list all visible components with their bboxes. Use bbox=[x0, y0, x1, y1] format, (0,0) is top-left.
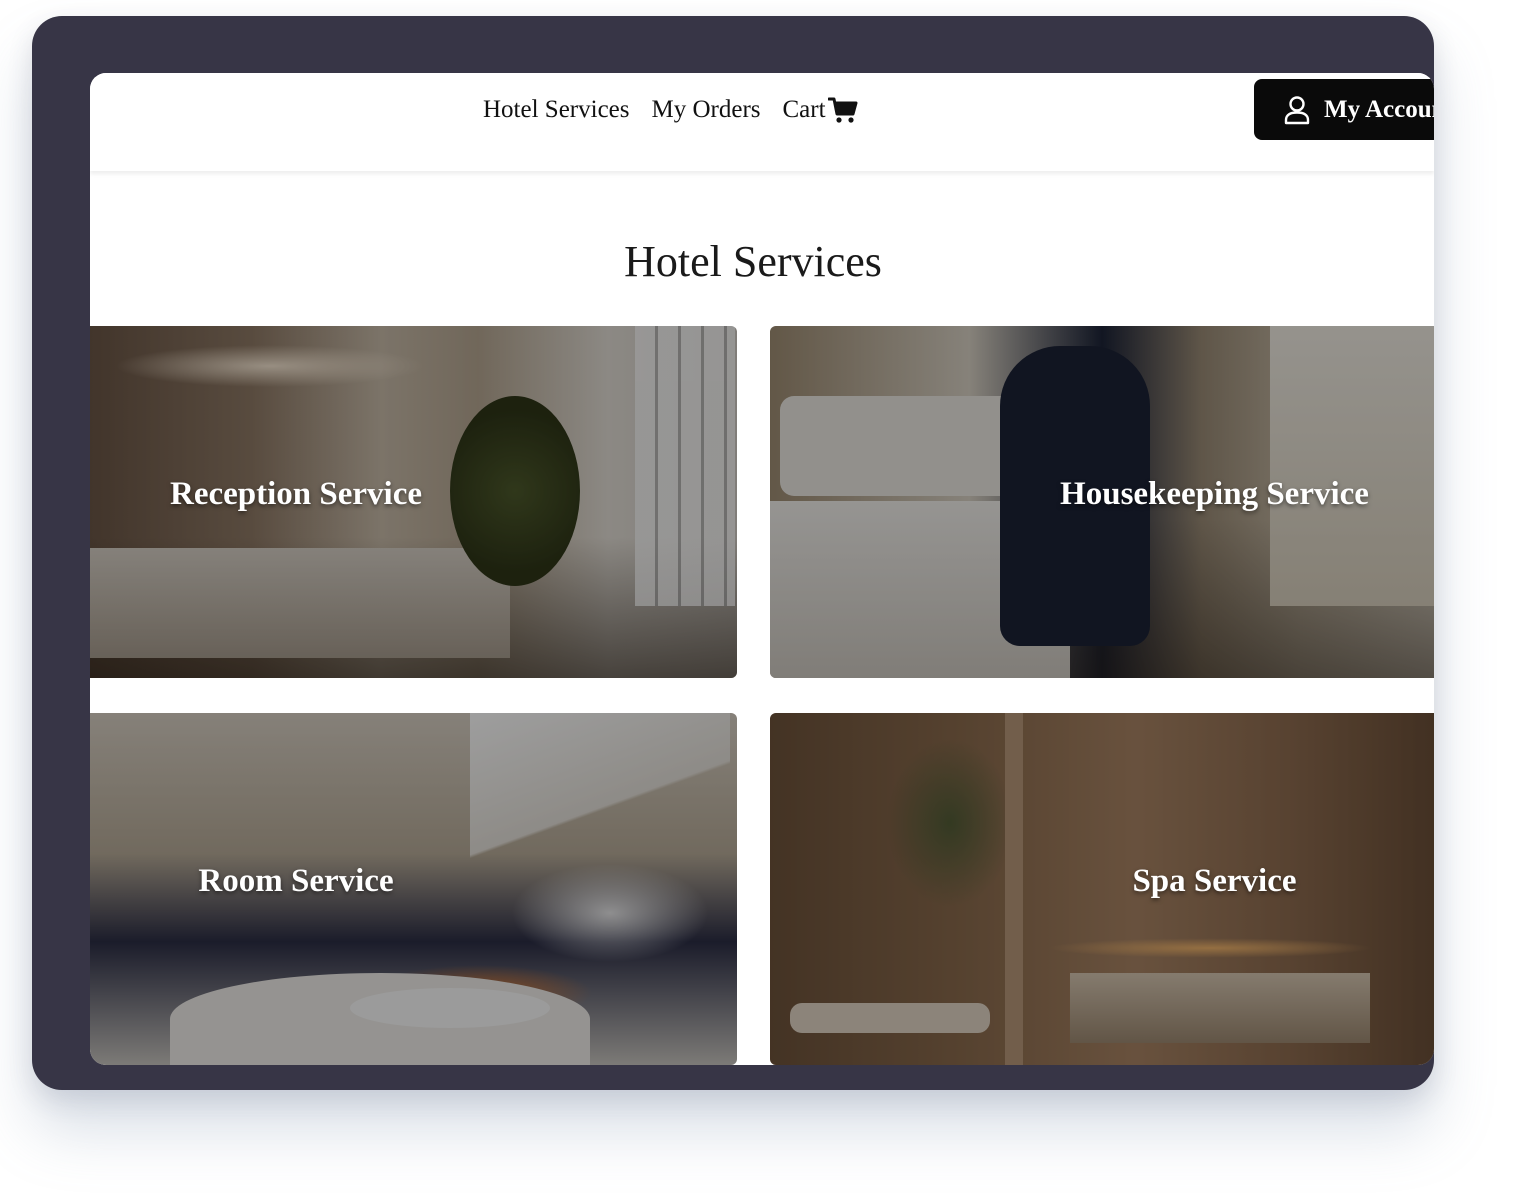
service-label-housekeeping: Housekeeping Service bbox=[1060, 475, 1369, 512]
nav-links: Hotel Services My Orders Cart bbox=[483, 95, 858, 125]
browser-screen: Hotel Services My Orders Cart My Accou H… bbox=[90, 73, 1434, 1065]
card-shade bbox=[770, 713, 1434, 1065]
nav-link-my-orders[interactable]: My Orders bbox=[651, 95, 760, 125]
nav-link-hotel-services[interactable]: Hotel Services bbox=[483, 95, 629, 125]
my-account-label: My Account bbox=[1324, 95, 1434, 123]
service-label-room: Room Service bbox=[198, 862, 394, 899]
service-label-reception: Reception Service bbox=[170, 475, 422, 512]
service-card-room[interactable]: Room Service bbox=[90, 713, 737, 1065]
service-label-spa: Spa Service bbox=[1132, 862, 1297, 899]
service-card-reception[interactable]: Reception Service bbox=[90, 326, 737, 678]
user-icon bbox=[1284, 95, 1310, 124]
service-card-housekeeping[interactable]: Housekeeping Service bbox=[770, 326, 1434, 678]
cart-icon bbox=[827, 97, 858, 123]
cart-label: Cart bbox=[782, 96, 826, 123]
device-frame: Hotel Services My Orders Cart My Accou H… bbox=[32, 16, 1434, 1090]
card-shade bbox=[90, 713, 737, 1065]
nav-link-cart[interactable]: Cart bbox=[783, 95, 858, 125]
my-account-button[interactable]: My Account bbox=[1254, 79, 1434, 140]
service-card-spa[interactable]: Spa Service bbox=[770, 713, 1434, 1065]
page-title: Hotel Services bbox=[624, 237, 882, 286]
navbar: Hotel Services My Orders Cart My Accou bbox=[90, 73, 1434, 171]
